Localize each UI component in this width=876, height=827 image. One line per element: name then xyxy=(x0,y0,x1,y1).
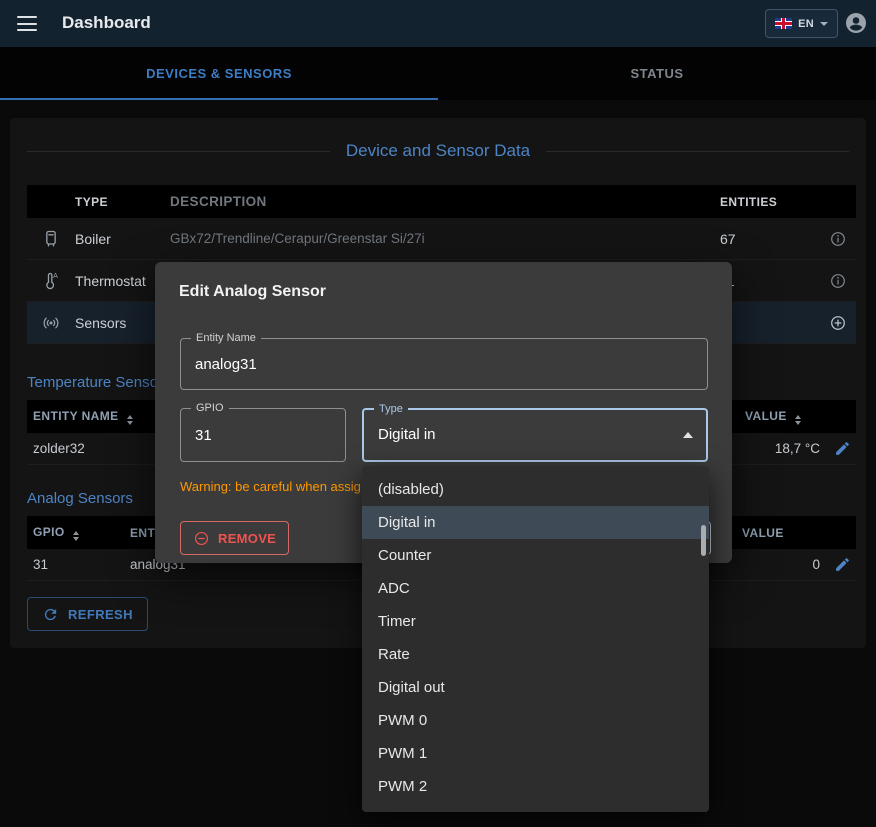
type-dropdown-menu: (disabled) Digital in Counter ADC Timer … xyxy=(362,466,709,812)
entity-name-input[interactable] xyxy=(181,339,707,389)
menu-item-rate[interactable]: Rate xyxy=(362,638,709,671)
divider xyxy=(27,151,330,152)
account-button[interactable] xyxy=(844,11,868,35)
app-root: Dashboard EN DEVICES & SENSORS STATUS De… xyxy=(0,0,876,827)
sensor-gpio: 31 xyxy=(27,557,130,572)
tab-status[interactable]: STATUS xyxy=(438,47,876,100)
sort-icon xyxy=(795,415,801,425)
uk-flag-icon xyxy=(775,18,792,29)
boiler-icon xyxy=(41,229,61,249)
edit-icon[interactable] xyxy=(834,440,851,457)
col-gpio-sortable[interactable]: GPIO xyxy=(27,525,130,541)
thermostat-icon: A xyxy=(41,271,61,291)
info-icon[interactable] xyxy=(829,272,847,290)
menu-item-timer[interactable]: Timer xyxy=(362,605,709,638)
col-entities: ENTITIES xyxy=(689,195,820,209)
sensors-icon xyxy=(41,313,61,333)
edit-icon[interactable] xyxy=(834,556,851,573)
gpio-warning-text: Warning: be careful when assig xyxy=(180,479,361,494)
info-icon[interactable] xyxy=(829,230,847,248)
gpio-input[interactable] xyxy=(181,409,345,461)
menu-item-digital-in[interactable]: Digital in xyxy=(362,506,709,539)
remove-circle-icon xyxy=(193,530,210,547)
section-header: Device and Sensor Data xyxy=(27,141,849,161)
device-table-header: TYPE DESCRIPTION ENTITIES xyxy=(27,185,856,218)
language-selector[interactable]: EN xyxy=(765,9,838,38)
menu-item-pwm0[interactable]: PWM 0 xyxy=(362,704,709,737)
sort-icon xyxy=(73,531,79,541)
appbar: Dashboard EN xyxy=(0,0,876,47)
panel-title: Device and Sensor Data xyxy=(346,141,530,161)
device-entities: 67 xyxy=(689,231,820,247)
dialog-title: Edit Analog Sensor xyxy=(179,283,326,301)
add-circle-icon[interactable] xyxy=(829,314,847,332)
divider xyxy=(546,151,849,152)
gpio-field: GPIO xyxy=(180,408,346,462)
menu-item-pwm2[interactable]: PWM 2 xyxy=(362,770,709,803)
temperature-sensors-title: Temperature Sensors xyxy=(27,374,170,391)
remove-button[interactable]: REMOVE xyxy=(180,521,289,555)
account-icon xyxy=(844,11,868,35)
device-type: Boiler xyxy=(75,231,170,247)
chevron-down-icon xyxy=(820,22,828,26)
refresh-icon xyxy=(42,606,59,623)
table-row-boiler[interactable]: Boiler GBx72/Trendline/Cerapur/Greenstar… xyxy=(27,218,856,260)
page-title: Dashboard xyxy=(62,13,151,33)
refresh-label: REFRESH xyxy=(68,607,133,622)
sort-icon xyxy=(127,415,133,425)
menu-item-pwm1[interactable]: PWM 1 xyxy=(362,737,709,770)
entity-name-field: Entity Name xyxy=(180,338,708,390)
menu-icon[interactable] xyxy=(17,16,37,31)
type-selected-value: Digital in xyxy=(378,410,436,460)
col-description: DESCRIPTION xyxy=(170,194,689,209)
tab-bar: DEVICES & SENSORS STATUS xyxy=(0,47,876,100)
menu-scrollbar-thumb[interactable] xyxy=(701,525,706,556)
analog-sensors-title: Analog Sensors xyxy=(27,490,133,507)
menu-item-adc[interactable]: ADC xyxy=(362,572,709,605)
tab-devices-sensors[interactable]: DEVICES & SENSORS xyxy=(0,47,438,100)
active-tab-indicator xyxy=(0,98,438,100)
refresh-button[interactable]: REFRESH xyxy=(27,597,148,631)
remove-label: REMOVE xyxy=(218,531,276,546)
col-type: TYPE xyxy=(75,195,170,209)
type-select[interactable]: Type Digital in xyxy=(362,408,708,462)
chevron-up-icon xyxy=(683,432,693,438)
device-description: GBx72/Trendline/Cerapur/Greenstar Si/27i xyxy=(170,231,689,246)
svg-text:A: A xyxy=(53,272,58,280)
language-label: EN xyxy=(798,18,814,30)
menu-item-counter[interactable]: Counter xyxy=(362,539,709,572)
menu-item-digital-out[interactable]: Digital out xyxy=(362,671,709,704)
menu-item-disabled[interactable]: (disabled) xyxy=(362,473,709,506)
